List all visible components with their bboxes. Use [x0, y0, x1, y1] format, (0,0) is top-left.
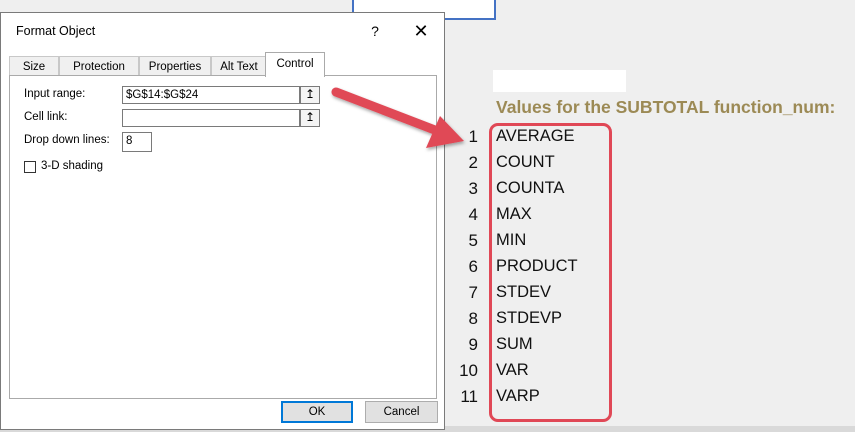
input-range-field[interactable]: $G$14:$G$24 [122, 86, 300, 104]
value-number: 6 [468, 257, 478, 276]
three-d-shading-checkbox[interactable] [24, 161, 36, 173]
values-heading: Values for the SUBTOTAL function_num: [496, 97, 836, 117]
title-bar[interactable]: Format Object ? ✕ [1, 13, 444, 49]
cell-link-collapse-button[interactable]: ↥ [300, 109, 320, 127]
control-panel: Input range: $G$14:$G$24 ↥ Cell link: ↥ … [9, 75, 437, 399]
value-number: 7 [468, 283, 478, 302]
tab-alt-text[interactable]: Alt Text [211, 56, 267, 76]
highlight-box [489, 123, 612, 422]
blank-cell [493, 70, 626, 92]
dialog-title: Format Object [16, 24, 96, 38]
value-number: 8 [468, 309, 478, 328]
tab-protection[interactable]: Protection [59, 56, 139, 76]
tab-properties[interactable]: Properties [139, 56, 211, 76]
tab-control[interactable]: Control [265, 52, 325, 77]
value-number: 4 [468, 205, 478, 224]
collapse-icon: ↥ [304, 110, 316, 124]
value-number: 1 [468, 127, 478, 146]
drop-down-lines-label: Drop down lines: [24, 134, 110, 146]
collapse-icon: ↥ [304, 87, 316, 101]
cell-link-field[interactable] [122, 109, 300, 127]
cell-link-label: Cell link: [24, 111, 68, 123]
format-object-dialog: Format Object ? ✕ Size Protection Proper… [0, 12, 445, 430]
tab-size[interactable]: Size [9, 56, 59, 76]
input-range-label: Input range: [24, 88, 86, 100]
drop-down-lines-field[interactable]: 8 [122, 132, 152, 152]
value-number: 3 [468, 179, 478, 198]
value-number: 10 [459, 361, 478, 380]
cancel-button[interactable]: Cancel [365, 401, 438, 423]
value-number: 11 [460, 387, 478, 406]
ok-button[interactable]: OK [281, 401, 353, 423]
input-range-collapse-button[interactable]: ↥ [300, 86, 320, 104]
value-number: 5 [468, 231, 478, 250]
three-d-shading-label: 3-D shading [41, 160, 104, 172]
close-button[interactable]: ✕ [401, 17, 441, 45]
value-number: 9 [468, 335, 478, 354]
help-button[interactable]: ? [357, 17, 393, 45]
value-number: 2 [468, 153, 478, 172]
